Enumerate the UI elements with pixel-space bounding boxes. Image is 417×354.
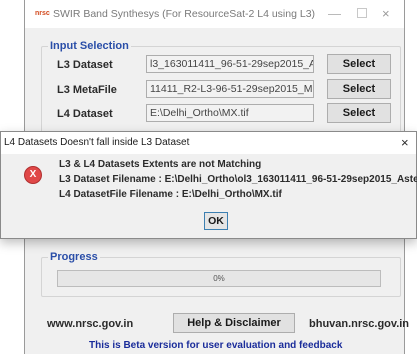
dialog-message-line-2: L3 Dataset Filename : E:\Delhi_Ortho\ol3… [59, 174, 417, 185]
progress-legend: Progress [48, 251, 100, 263]
l4-dataset-label: L4 Dataset [57, 108, 113, 120]
minimize-button[interactable]: — [328, 6, 341, 21]
l3-metafile-select-button[interactable]: Select [327, 79, 391, 99]
app-logo-icon: nrsc [35, 10, 50, 17]
l4-dataset-field[interactable]: E:\Delhi_Ortho\MX.tif [146, 104, 314, 122]
l3-dataset-field[interactable]: l3_163011411_96-51-29sep2015_Aster.tif [146, 55, 314, 73]
l3-dataset-select-button[interactable]: Select [327, 54, 391, 74]
bhuvan-website-link[interactable]: bhuvan.nrsc.gov.in [309, 318, 409, 330]
title-bar: nrsc SWIR Band Synthesys (For ResourceSa… [25, 0, 404, 28]
l4-dataset-select-button[interactable]: Select [327, 103, 391, 123]
error-icon: X [24, 166, 42, 184]
progress-bar: 0% [57, 270, 381, 287]
l3-dataset-label: L3 Dataset [57, 59, 113, 71]
window-close-button[interactable]: × [382, 6, 390, 21]
input-selection-legend: Input Selection [48, 40, 131, 52]
dialog-message-line-1: L3 & L4 Datasets Extents are not Matchin… [59, 159, 262, 170]
help-disclaimer-button[interactable]: Help & Disclaimer [173, 313, 295, 333]
l3-metafile-label: L3 MetaFile [57, 84, 117, 96]
dialog-message-line-3: L4 DatasetFile Filename : E:\Delhi_Ortho… [59, 189, 282, 200]
nrsc-website-link[interactable]: www.nrsc.gov.in [47, 318, 133, 330]
progress-text: 0% [213, 274, 225, 283]
window-title: SWIR Band Synthesys (For ResourceSat-2 L… [53, 8, 316, 20]
l3-metafile-field[interactable]: 11411_R2-L3-96-51-29sep2015_META.txt [146, 80, 314, 98]
dialog-title: L4 Datasets Doesn't fall inside L3 Datas… [4, 137, 190, 148]
beta-notice: This is Beta version for user evaluation… [89, 340, 343, 351]
ok-button[interactable]: OK [204, 212, 228, 230]
dialog-close-button[interactable]: × [401, 135, 409, 150]
maximize-button[interactable] [357, 8, 367, 18]
